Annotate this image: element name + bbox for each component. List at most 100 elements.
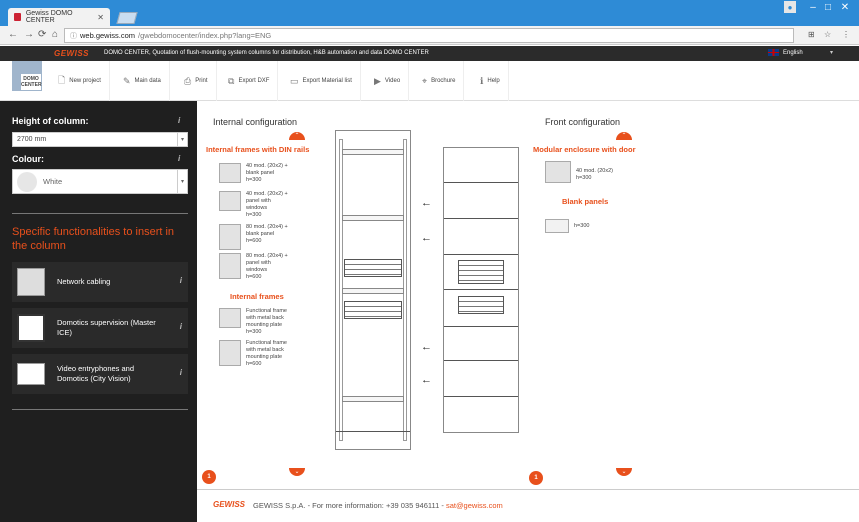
internal-page-badge[interactable]: 1 (202, 470, 216, 484)
function-video-entryphones[interactable]: Video entryphones and Domotics (City Vis… (12, 354, 188, 394)
tab-title: Gewiss DOMO CENTER (25, 10, 73, 24)
browser-tab[interactable]: Gewiss DOMO CENTER ✕ (8, 8, 110, 26)
frame-thumbnail (219, 191, 241, 211)
video-button[interactable]: ▶ Video (366, 61, 410, 101)
print-button[interactable]: ⎙ Print (176, 61, 217, 101)
internal-column-drawing[interactable] (335, 130, 411, 450)
din-rails-heading: Internal frames with DIN rails (206, 145, 310, 154)
domotics-thumbnail (17, 314, 45, 342)
menu-icon[interactable]: ⋮ (842, 30, 850, 39)
close-tab-icon[interactable]: ✕ (97, 13, 104, 22)
list-icon: ▭ (290, 75, 299, 86)
arrow-left-icon: ← (421, 341, 432, 353)
blank-panel-thumbnail (545, 219, 569, 233)
footer-gewiss-logo: GEWISS (213, 500, 246, 509)
uk-flag-icon (768, 49, 779, 56)
edit-icon: ✎ (123, 75, 131, 86)
email-link[interactable]: sat@gewiss.com (446, 501, 503, 510)
language-selector[interactable]: English (768, 49, 803, 56)
frame-thumbnail (219, 340, 241, 366)
frame-thumbnail (219, 253, 241, 279)
video-entryphone-thumbnail (17, 363, 45, 385)
sidebar: Height of column: i 2700 mm ▾ Colour: i … (0, 101, 197, 522)
back-icon[interactable]: ← (8, 29, 18, 40)
star-icon[interactable]: ☆ (824, 30, 831, 39)
favicon-icon (14, 13, 21, 21)
function-label: Network cabling (57, 277, 111, 286)
din-item-40-blank[interactable]: 40 mod. (20x2) + blank panel h=300 (219, 163, 296, 184)
info-icon[interactable]: i (180, 368, 182, 377)
close-window-button[interactable]: ✕ (832, 0, 858, 14)
blank-panel-item[interactable]: h=300 (545, 219, 624, 233)
domo-center-logo: DOMO CENTER (12, 61, 42, 91)
height-select[interactable]: 2700 mm ▾ (12, 132, 188, 147)
divider (12, 409, 188, 410)
chevron-up-icon[interactable]: ⌃ (289, 132, 305, 140)
function-domotics-supervision[interactable]: Domotics supervision (Master ICE) i (12, 308, 188, 348)
export-material-list-button[interactable]: ▭ Export Material list (282, 61, 361, 101)
info-icon[interactable]: i (180, 276, 182, 285)
enclosure-thumbnail (545, 161, 571, 183)
internal-frames-heading: Internal frames (230, 292, 284, 301)
frame-thumbnail (219, 308, 241, 328)
function-network-cabling[interactable]: Network cabling i (12, 262, 188, 302)
info-icon: ℹ (480, 75, 484, 86)
height-label: Height of column: (12, 116, 89, 126)
height-value: 2700 mm (17, 136, 47, 143)
info-icon[interactable]: i (178, 154, 180, 163)
din-item-80-windows[interactable]: 80 mod. (20x4) + panel with windows h=600 (219, 253, 296, 281)
frame-item-600[interactable]: Functional frame with metal back mounting … (219, 340, 296, 368)
browser-titlebar: Gewiss DOMO CENTER ✕ ● – □ ✕ (0, 0, 859, 26)
new-tab-button[interactable] (116, 12, 138, 24)
forward-icon[interactable]: → (24, 29, 34, 40)
modular-enclosure-heading: Modular enclosure with door (533, 145, 636, 154)
blank-panels-heading: Blank panels (562, 197, 609, 206)
page-info-icon[interactable]: ⓘ (70, 31, 77, 41)
export-dxf-button[interactable]: ⧉ Export DXF (220, 61, 279, 101)
frame-item-300[interactable]: Functional frame with metal back mounting … (219, 308, 296, 336)
chevron-up-icon[interactable]: ⌃ (616, 132, 632, 140)
function-label: Video entryphones and Domotics (City Vis… (57, 364, 135, 383)
chevron-down-icon[interactable]: ⌄ (616, 468, 632, 476)
translate-icon[interactable]: ⊞ (808, 30, 815, 39)
url-host: web.gewiss.com (80, 31, 136, 40)
footer: GEWISS GEWISS S.p.A. - For more informat… (197, 489, 859, 522)
home-icon[interactable]: ⌂ (52, 29, 58, 40)
reload-icon[interactable]: ⟳ (38, 29, 46, 40)
help-button[interactable]: ℹ Help (472, 61, 509, 101)
logo-line-2: CENTER (21, 82, 42, 88)
network-cabling-thumbnail (17, 268, 45, 296)
din-item-40-windows[interactable]: 40 mod. (20x2) + panel with windows h=300 (219, 191, 296, 219)
brochure-button[interactable]: ⌖ Brochure (414, 61, 465, 101)
new-project-button[interactable]: 🗋 New project (50, 61, 110, 101)
chevron-down-icon[interactable]: ⌄ (289, 468, 305, 476)
video-icon: ▶ (374, 75, 381, 86)
arrow-left-icon: ← (421, 374, 432, 386)
front-column-drawing[interactable] (443, 147, 519, 433)
language-label: English (783, 49, 803, 56)
internal-configuration-title: Internal configuration (213, 117, 298, 127)
info-icon[interactable]: i (178, 116, 180, 125)
tag-icon: ⌖ (422, 75, 428, 86)
url-input[interactable]: ⓘ web.gewiss.com/gwebdomocenter/index.ph… (64, 28, 794, 43)
chevron-down-icon: ▾ (177, 133, 187, 146)
user-icon[interactable]: ● (784, 1, 796, 13)
function-label: Domotics supervision (Master ICE) (57, 318, 156, 337)
colour-select[interactable]: White ▾ (12, 169, 188, 194)
chevron-down-icon: ▾ (177, 170, 187, 193)
info-icon[interactable]: i (180, 322, 182, 331)
main-data-button[interactable]: ✎ Main data (115, 61, 170, 101)
chevron-down-icon[interactable]: ▾ (830, 49, 833, 56)
document-icon: 🗋 (58, 75, 66, 85)
arrow-left-icon: ← (421, 197, 432, 209)
front-page-badge[interactable]: 1 (529, 471, 543, 485)
brand-bar: GEWISS DOMO CENTER, Quotation of flush-m… (0, 46, 859, 61)
app-title: DOMO CENTER, Quotation of flush-mounting… (104, 50, 429, 56)
front-configuration-title: Front configuration (545, 117, 621, 127)
din-item-80-blank[interactable]: 80 mod. (20x4) + blank panel h=600 (219, 224, 296, 250)
main-toolbar: DOMO CENTER 🗋 New project ✎ Main data ⎙ Prin… (0, 61, 859, 101)
url-path: /gwebdomocenter/index.php?lang=ENG (138, 31, 272, 40)
frame-thumbnail (219, 163, 241, 183)
enclosure-item[interactable]: 40 mod. (20x2) h=300 (545, 161, 626, 183)
arrow-left-icon: ← (421, 232, 432, 244)
